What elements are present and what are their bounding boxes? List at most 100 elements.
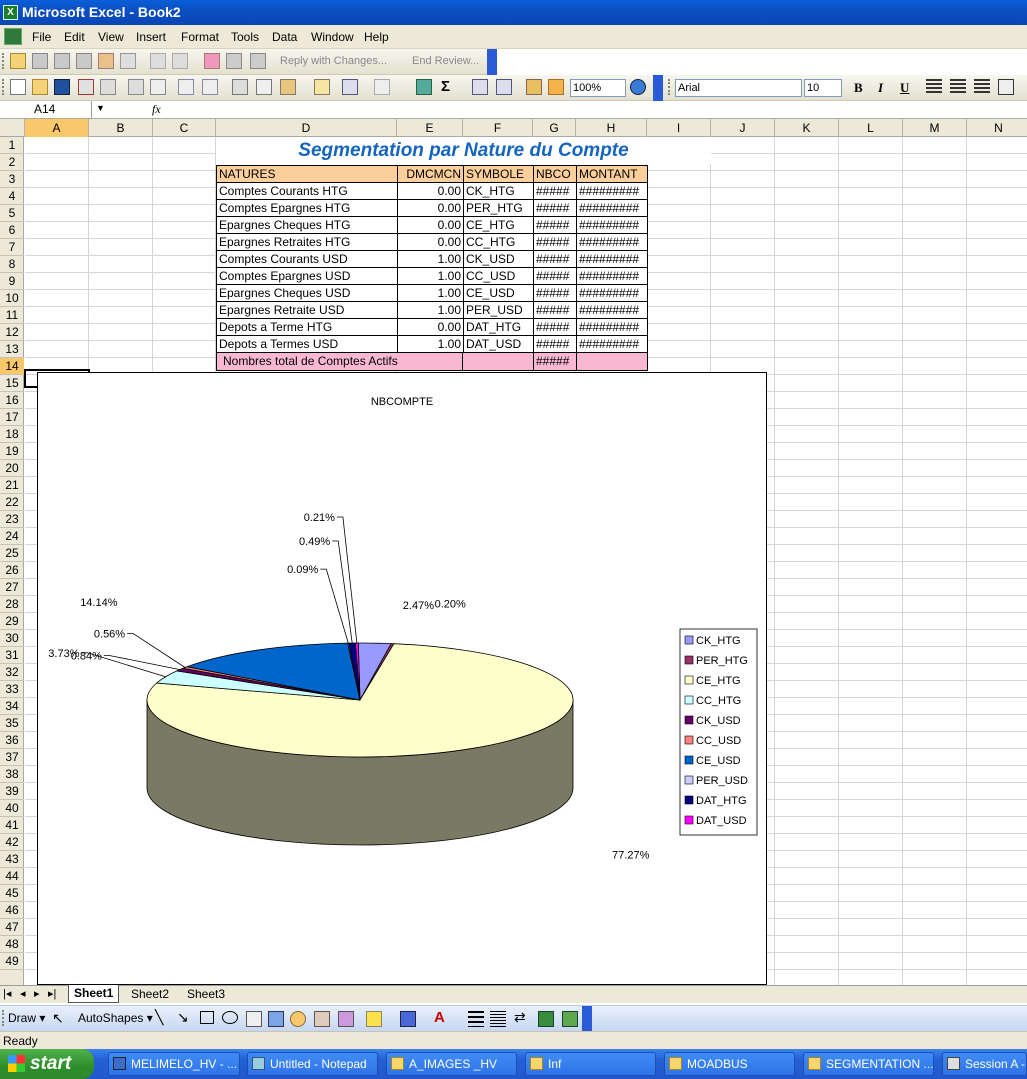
- menu-edit[interactable]: Edit: [64, 30, 85, 44]
- table-cell[interactable]: #####: [533, 267, 577, 285]
- email-icon[interactable]: [100, 79, 116, 95]
- row-header[interactable]: 49: [0, 953, 24, 970]
- table-cell[interactable]: 0.00: [397, 216, 464, 234]
- draw-menu-button[interactable]: Draw ▾: [8, 1011, 45, 1025]
- help-icon[interactable]: [630, 79, 646, 95]
- reply-icon[interactable]: [54, 53, 70, 69]
- table-cell[interactable]: #####: [533, 199, 577, 217]
- excel-app-icon[interactable]: X: [3, 5, 18, 20]
- table-cell[interactable]: Epargnes Retraite USD: [216, 301, 398, 319]
- table-cell[interactable]: Epargnes Cheques USD: [216, 284, 398, 302]
- table-cell[interactable]: #########: [576, 267, 648, 285]
- table-header-cell[interactable]: NATURES: [216, 165, 398, 183]
- tab-sheet1[interactable]: Sheet1: [68, 985, 120, 1003]
- table-cell[interactable]: #########: [576, 182, 648, 200]
- undo-icon[interactable]: [342, 79, 358, 95]
- select-objects-icon[interactable]: ↖: [52, 1010, 64, 1027]
- row-header[interactable]: 40: [0, 800, 24, 817]
- row-header[interactable]: 6: [0, 222, 24, 239]
- column-header-n[interactable]: N: [967, 119, 1027, 137]
- row-header[interactable]: 7: [0, 239, 24, 256]
- row-header[interactable]: 35: [0, 715, 24, 732]
- row-header[interactable]: 8: [0, 256, 24, 273]
- legend-entry[interactable]: CK_USD: [696, 715, 741, 727]
- row-header[interactable]: 32: [0, 664, 24, 681]
- column-header-b[interactable]: B: [89, 119, 153, 137]
- menu-help[interactable]: Help: [364, 30, 389, 44]
- row-header[interactable]: 3: [0, 171, 24, 188]
- row-header[interactable]: 17: [0, 409, 24, 426]
- row-header[interactable]: 4: [0, 188, 24, 205]
- row-header[interactable]: 15: [0, 375, 24, 392]
- spelling-icon[interactable]: [178, 79, 194, 95]
- 3d-icon[interactable]: [562, 1011, 578, 1027]
- legend-entry[interactable]: PER_HTG: [696, 655, 748, 667]
- chart-wizard-icon[interactable]: [526, 79, 542, 95]
- table-cell[interactable]: CC_USD: [463, 267, 534, 285]
- row-header[interactable]: 26: [0, 562, 24, 579]
- font-color-icon[interactable]: A: [434, 1009, 445, 1026]
- line-color-icon[interactable]: [400, 1011, 416, 1027]
- table-header-cell[interactable]: NBCO: [533, 165, 577, 183]
- row-header[interactable]: 1: [0, 137, 24, 154]
- legend-entry[interactable]: CK_HTG: [696, 635, 741, 647]
- table-cell[interactable]: #####: [533, 216, 577, 234]
- column-header-a[interactable]: A: [25, 119, 89, 137]
- comment-icon[interactable]: [98, 53, 114, 69]
- tab-next-icon[interactable]: ▸: [34, 987, 40, 1000]
- picture-icon[interactable]: [338, 1011, 354, 1027]
- table-cell[interactable]: #########: [576, 284, 648, 302]
- legend-entry[interactable]: CE_HTG: [696, 675, 741, 687]
- column-header-f[interactable]: F: [463, 119, 533, 137]
- bold-button[interactable]: B: [854, 80, 863, 96]
- toolbar-grip[interactable]: [2, 53, 5, 69]
- column-header-k[interactable]: K: [775, 119, 839, 137]
- table-cell[interactable]: 1.00: [397, 301, 464, 319]
- toolbar-grip[interactable]: [2, 79, 5, 95]
- table-cell[interactable]: #########: [576, 216, 648, 234]
- table-cell[interactable]: Epargnes Retraites HTG: [216, 233, 398, 251]
- table-cell[interactable]: #####: [533, 335, 577, 353]
- legend-entry[interactable]: CC_HTG: [696, 695, 741, 707]
- diagram-icon[interactable]: [290, 1011, 306, 1027]
- row-header[interactable]: 33: [0, 681, 24, 698]
- line-style-icon[interactable]: [468, 1011, 484, 1027]
- table-cell[interactable]: #####: [533, 318, 577, 336]
- oval-icon[interactable]: [222, 1011, 238, 1024]
- pie-chart[interactable]: NBCOMPTE 2.47% 0.20% 77.27% 3.73% 0.84% 0.56% 1…: [37, 372, 767, 985]
- table-cell[interactable]: #########: [576, 335, 648, 353]
- table-cell[interactable]: #####: [533, 250, 577, 268]
- column-header-e[interactable]: E: [397, 119, 463, 137]
- row-header[interactable]: 9: [0, 273, 24, 290]
- name-box[interactable]: A14: [0, 101, 92, 119]
- row-header[interactable]: 34: [0, 698, 24, 715]
- sheet-title[interactable]: Segmentation par Nature du Compte: [216, 137, 711, 164]
- highlight-icon[interactable]: [204, 53, 220, 69]
- row-header[interactable]: 20: [0, 460, 24, 477]
- row-header[interactable]: 10: [0, 290, 24, 307]
- redo-icon[interactable]: [374, 79, 390, 95]
- row-header[interactable]: 18: [0, 426, 24, 443]
- menu-file[interactable]: File: [32, 30, 51, 44]
- merge-center-icon[interactable]: [998, 79, 1014, 95]
- insert-function-icon[interactable]: fx: [152, 102, 161, 117]
- reply-with-changes-button[interactable]: Reply with Changes...: [280, 55, 387, 67]
- row-header[interactable]: 28: [0, 596, 24, 613]
- toolbar-grip[interactable]: [668, 79, 671, 95]
- table-cell[interactable]: Comptes Epargnes HTG: [216, 199, 398, 217]
- drawing-icon[interactable]: [548, 79, 564, 95]
- row-header[interactable]: 44: [0, 868, 24, 885]
- save-icon[interactable]: [54, 79, 70, 95]
- table-cell[interactable]: #########: [576, 233, 648, 251]
- row-header[interactable]: 41: [0, 817, 24, 834]
- task-a-images[interactable]: A_IMAGES _HV: [386, 1052, 517, 1076]
- arrow-icon[interactable]: ↘: [177, 1009, 189, 1026]
- start-button[interactable]: start: [0, 1049, 94, 1079]
- permission-icon[interactable]: [78, 79, 94, 95]
- row-header[interactable]: 46: [0, 902, 24, 919]
- total-value[interactable]: #####: [533, 352, 577, 371]
- table-cell[interactable]: #####: [533, 233, 577, 251]
- table-header-cell[interactable]: DMCMCN: [397, 165, 464, 183]
- toolbar-options-chevron[interactable]: [582, 1006, 592, 1032]
- column-header-l[interactable]: L: [839, 119, 903, 137]
